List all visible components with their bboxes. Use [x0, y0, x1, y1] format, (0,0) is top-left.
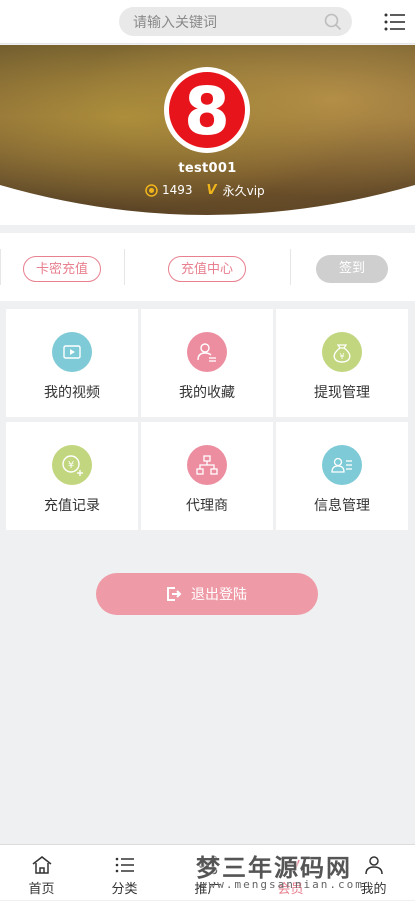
- vip-icon: V: [206, 182, 217, 198]
- logo-text: 8: [184, 73, 230, 150]
- grid-item-label: 充值记录: [44, 498, 100, 514]
- nav-item-vip[interactable]: 会员: [249, 845, 332, 901]
- grid-item-my-favorites[interactable]: 我的收藏: [141, 309, 273, 417]
- svg-text:¥: ¥: [339, 352, 344, 361]
- top-bar: [0, 0, 415, 44]
- coin-icon: [145, 183, 158, 197]
- video-icon: [52, 332, 92, 372]
- vip-status: 永久vip: [222, 183, 265, 198]
- favorite-user-icon: [187, 332, 227, 372]
- search-box[interactable]: [119, 7, 352, 38]
- username: test001: [178, 161, 237, 176]
- grid-item-label: 我的收藏: [179, 385, 235, 401]
- grid-item-info-management[interactable]: 信息管理: [276, 422, 408, 530]
- card-recharge-button[interactable]: 卡密充值: [23, 256, 101, 282]
- nav-item-home[interactable]: 首页: [0, 845, 83, 901]
- logout-label: 退出登陆: [191, 587, 247, 603]
- nav-label: 推广: [194, 882, 221, 897]
- user-stats: 1493 V 永久vip: [145, 182, 265, 198]
- grid-item-agent[interactable]: 代理商: [141, 422, 273, 530]
- user-info-icon: [322, 445, 362, 485]
- share-icon: [198, 855, 218, 875]
- vip-icon: [282, 857, 300, 873]
- recharge-center-button[interactable]: 充值中心: [168, 256, 246, 282]
- profile-banner: 8 test001 1493 V 永久vip: [0, 45, 415, 225]
- grid-item-label: 提现管理: [314, 385, 370, 401]
- svg-text:¥: ¥: [68, 460, 74, 471]
- home-icon: [32, 856, 52, 874]
- nav-item-category[interactable]: 分类: [83, 845, 166, 901]
- list-icon: [115, 857, 134, 873]
- grid-item-label: 我的视频: [44, 385, 100, 401]
- money-bag-icon: ¥: [322, 332, 362, 372]
- grid-item-label: 代理商: [186, 498, 228, 514]
- logout-button[interactable]: 退出登陆: [96, 573, 318, 615]
- divider: [0, 249, 1, 285]
- nav-item-promote[interactable]: 推广: [166, 845, 249, 901]
- divider: [290, 249, 291, 285]
- user-icon: [365, 856, 383, 875]
- nav-label: 我的: [360, 882, 387, 897]
- menu-icon[interactable]: [384, 12, 406, 32]
- divider: [124, 249, 125, 285]
- recharge-yen-icon: ¥: [52, 445, 92, 485]
- search-icon[interactable]: [324, 13, 342, 31]
- search-input[interactable]: [131, 7, 315, 38]
- function-grid: 我的视频 我的收藏 ¥ 提现管理 ¥ 充值记录 代理商 信息管理: [6, 309, 408, 531]
- nav-label: 首页: [28, 882, 55, 897]
- checkin-button[interactable]: 签到: [316, 255, 388, 283]
- bottom-nav: 首页 分类 推广 会员 我的: [0, 844, 415, 900]
- coin-count: 1493: [162, 183, 193, 197]
- logout-icon: [167, 587, 182, 601]
- grid-item-my-videos[interactable]: 我的视频: [6, 309, 138, 417]
- hierarchy-icon: [187, 445, 227, 485]
- actions-row: 卡密充值 充值中心 签到: [0, 233, 415, 301]
- grid-item-label: 信息管理: [314, 498, 370, 514]
- nav-label: 分类: [111, 882, 138, 897]
- nav-item-mine[interactable]: 我的: [332, 845, 415, 901]
- nav-label: 会员: [277, 882, 304, 897]
- avatar-logo[interactable]: 8: [163, 66, 251, 154]
- grid-item-recharge-records[interactable]: ¥ 充值记录: [6, 422, 138, 530]
- grid-item-withdraw[interactable]: ¥ 提现管理: [276, 309, 408, 417]
